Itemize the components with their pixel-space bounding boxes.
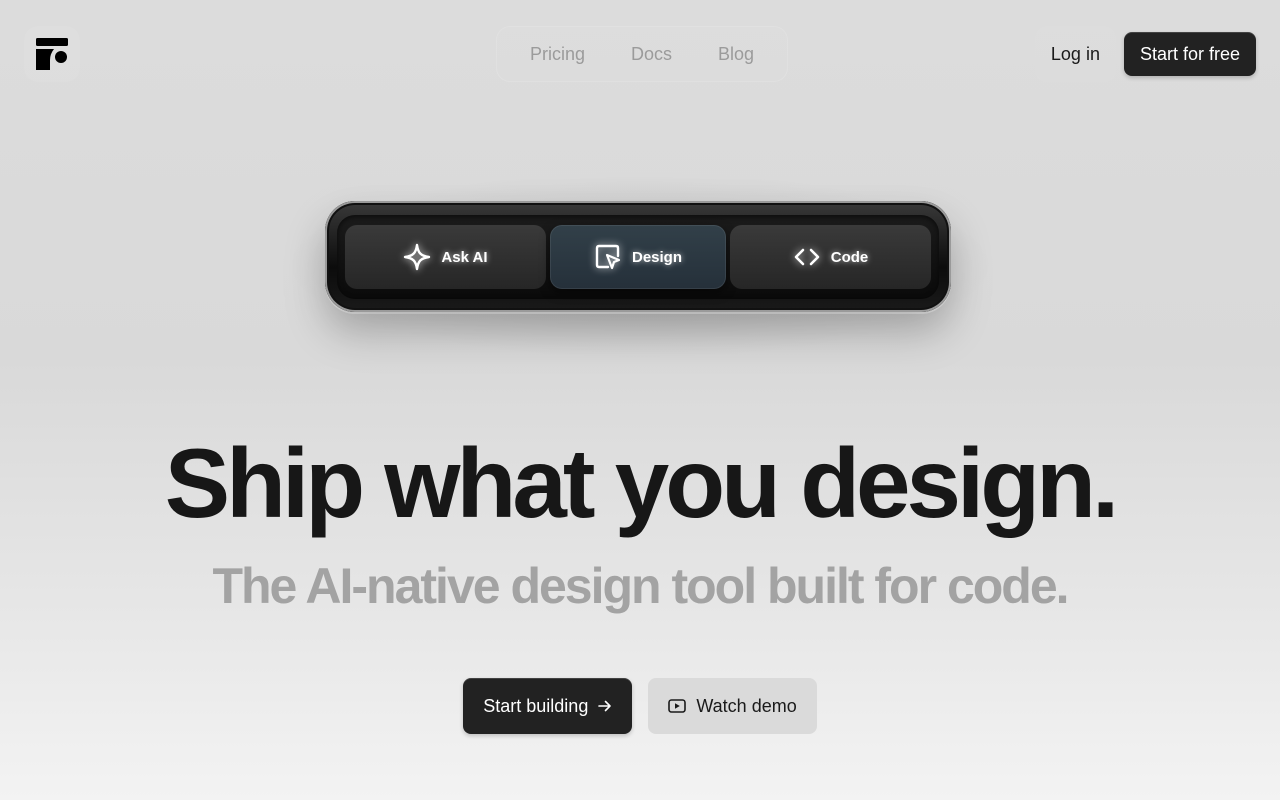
main-nav: Pricing Docs Blog (496, 26, 788, 82)
watch-demo-button[interactable]: Watch demo (648, 678, 817, 734)
code-brackets-icon (794, 248, 820, 266)
arrow-right-icon (598, 700, 612, 712)
play-video-icon (668, 699, 687, 713)
cursor-frame-icon (595, 244, 621, 270)
toolbar-ask-ai-button[interactable]: Ask AI (345, 225, 546, 289)
mode-toolbar: Ask AI Design Code (325, 201, 951, 312)
sparkle-icon (404, 243, 431, 271)
auth-actions: Log in Start for free (1034, 26, 1256, 82)
nav-pricing[interactable]: Pricing (507, 26, 608, 82)
brand-logo-icon (36, 38, 68, 70)
hero-headline: Ship what you design. (164, 428, 1120, 538)
start-building-label: Start building (483, 695, 589, 716)
toolbar-design-button[interactable]: Design (550, 225, 726, 289)
nav-docs[interactable]: Docs (608, 26, 695, 82)
nav-blog[interactable]: Blog (695, 26, 777, 82)
toolbar-code-button[interactable]: Code (730, 225, 931, 289)
mode-toolbar-track: Ask AI Design Code (337, 215, 939, 299)
toolbar-design-label: Design (631, 248, 682, 266)
login-button[interactable]: Log in (1034, 26, 1116, 82)
logo-link[interactable] (24, 26, 80, 82)
hero-cta-group: Start building Watch demo (0, 678, 1280, 734)
watch-demo-label: Watch demo (696, 695, 797, 716)
start-for-free-button[interactable]: Start for free (1123, 32, 1256, 76)
toolbar-code-label: Code (830, 248, 869, 266)
start-building-button[interactable]: Start building (463, 678, 633, 734)
toolbar-ask-ai-label: Ask AI (441, 248, 488, 266)
hero-subheadline: The AI-native design tool built for code… (212, 558, 1069, 614)
